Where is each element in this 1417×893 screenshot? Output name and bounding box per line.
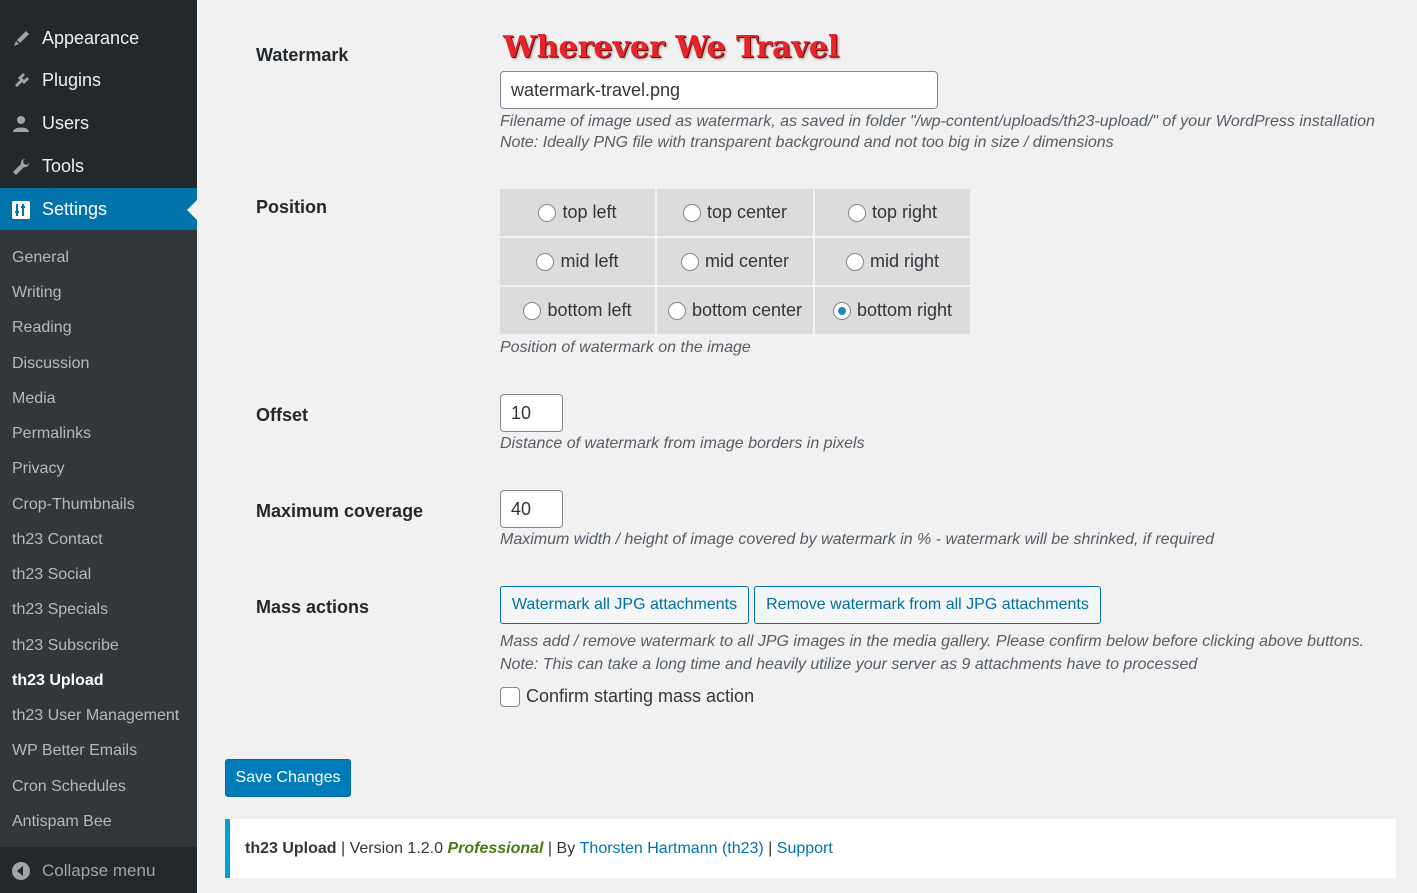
submenu-crop-thumbnails[interactable]: Crop-Thumbnails xyxy=(12,495,135,515)
user-icon xyxy=(0,114,42,134)
menu-settings-label: Settings xyxy=(42,199,108,219)
collapse-menu-button[interactable]: Collapse menu xyxy=(0,848,197,893)
menu-tools-label: Tools xyxy=(42,156,85,176)
submenu-reading[interactable]: Reading xyxy=(12,318,72,338)
footer-separator: | xyxy=(763,839,777,857)
offset-description: Distance of watermark from image borders… xyxy=(500,435,865,452)
position-option-mid-left[interactable]: mid left xyxy=(500,238,655,285)
radio-button[interactable] xyxy=(845,252,864,271)
position-option-label: mid right xyxy=(869,251,940,271)
position-option-label: bottom right xyxy=(856,300,953,320)
submenu-privacy[interactable]: Privacy xyxy=(12,459,64,479)
submenu-antispam-bee[interactable]: Antispam Bee xyxy=(12,812,112,832)
position-label: Position xyxy=(256,197,327,217)
position-option-bottom-center[interactable]: bottom center xyxy=(657,287,813,334)
mass-actions-description: Mass add / remove watermark to all JPG i… xyxy=(500,633,1365,650)
position-option-label: bottom left xyxy=(547,300,632,320)
watermark-note: Note: Ideally PNG file with transparent … xyxy=(500,134,1114,151)
coverage-description: Maximum width / height of image covered … xyxy=(500,531,1215,548)
watermark-label: Watermark xyxy=(256,45,349,65)
position-option-top-right[interactable]: top right xyxy=(815,189,970,236)
position-option-label: top right xyxy=(871,202,938,222)
position-option-label: top left xyxy=(562,202,617,222)
submenu-th23-specials[interactable]: th23 Specials xyxy=(12,600,108,620)
footer-author-link[interactable]: Thorsten Hartmann (th23) xyxy=(580,840,764,858)
save-changes-button[interactable]: Save Changes xyxy=(225,759,351,797)
paintbrush-icon xyxy=(0,29,42,49)
plugin-footer: th23 Upload | Version 1.2.0 Professional… xyxy=(225,819,1396,878)
submenu-wp-better-emails[interactable]: WP Better Emails xyxy=(12,741,137,761)
menu-appearance[interactable]: Appearance xyxy=(0,17,197,60)
position-option-top-left[interactable]: top left xyxy=(500,189,655,236)
confirm-mass-action[interactable]: Confirm starting mass action xyxy=(500,686,754,707)
plugin-icon xyxy=(0,71,42,91)
offset-input[interactable]: 10 xyxy=(500,394,563,432)
mass-actions-note: Note: This can take a long time and heav… xyxy=(500,656,1198,673)
confirm-label: Confirm starting mass action xyxy=(526,686,755,706)
menu-tools[interactable]: Tools xyxy=(0,145,197,188)
watermark-filename-input[interactable]: watermark-travel.png xyxy=(500,71,938,109)
submenu-th23-social[interactable]: th23 Social xyxy=(12,565,91,585)
offset-label: Offset xyxy=(256,405,309,425)
position-option-top-center[interactable]: top center xyxy=(657,189,813,236)
watermark-preview-image: Wherever We Travel xyxy=(503,30,840,65)
radio-button[interactable] xyxy=(667,301,686,320)
position-option-mid-center[interactable]: mid center xyxy=(657,238,813,285)
menu-users[interactable]: Users xyxy=(0,102,197,145)
settings-submenu: General Writing Reading Discussion Media… xyxy=(0,230,197,847)
footer-edition: Professional xyxy=(447,839,544,857)
position-option-mid-right[interactable]: mid right xyxy=(815,238,970,285)
footer-support-link[interactable]: Support xyxy=(777,840,833,858)
watermark-all-button[interactable]: Watermark all JPG attachments xyxy=(500,586,749,624)
submenu-media[interactable]: Media xyxy=(12,389,56,409)
menu-appearance-label: Appearance xyxy=(42,28,140,48)
submenu-th23-subscribe[interactable]: th23 Subscribe xyxy=(12,636,119,656)
position-grid: top left top center top right mid left m… xyxy=(500,189,970,334)
settings-icon xyxy=(0,200,42,220)
menu-plugins-label: Plugins xyxy=(42,70,102,90)
radio-button-checked[interactable] xyxy=(832,301,851,320)
menu-plugins[interactable]: Plugins xyxy=(0,59,197,102)
coverage-input[interactable]: 40 xyxy=(500,490,563,528)
wrench-icon xyxy=(0,157,42,177)
submenu-th23-upload[interactable]: th23 Upload xyxy=(12,671,104,691)
position-option-label: mid left xyxy=(560,251,619,271)
radio-button[interactable] xyxy=(847,203,866,222)
mass-actions-label: Mass actions xyxy=(256,597,370,617)
footer-by: | By xyxy=(543,839,580,857)
position-option-bottom-left[interactable]: bottom left xyxy=(500,287,655,334)
watermark-description: Filename of image used as watermark, as … xyxy=(500,113,1375,130)
submenu-discussion[interactable]: Discussion xyxy=(12,354,89,374)
radio-button[interactable] xyxy=(523,301,542,320)
submenu-permalinks[interactable]: Permalinks xyxy=(12,424,91,444)
radio-button[interactable] xyxy=(682,203,701,222)
current-menu-arrow xyxy=(187,200,197,220)
submenu-general[interactable]: General xyxy=(12,248,69,268)
position-option-bottom-right[interactable]: bottom right xyxy=(815,287,970,334)
submenu-th23-contact[interactable]: th23 Contact xyxy=(12,530,103,550)
radio-button[interactable] xyxy=(680,252,699,271)
confirm-checkbox[interactable] xyxy=(500,686,520,707)
position-option-label: top center xyxy=(706,202,788,222)
footer-version: | Version 1.2.0 xyxy=(336,839,448,857)
submenu-writing[interactable]: Writing xyxy=(12,283,62,303)
radio-button[interactable] xyxy=(536,252,555,271)
menu-settings[interactable]: Settings xyxy=(0,188,197,231)
position-option-label: bottom center xyxy=(691,300,803,320)
position-description: Position of watermark on the image xyxy=(500,339,751,356)
menu-users-label: Users xyxy=(42,113,90,133)
collapse-menu-label: Collapse menu xyxy=(42,860,156,880)
position-option-label: mid center xyxy=(704,251,790,271)
remove-watermark-all-button[interactable]: Remove watermark from all JPG attachment… xyxy=(754,586,1101,624)
collapse-arrow-icon xyxy=(0,861,42,881)
admin-sidebar: Appearance Plugins Users Tools Settings … xyxy=(0,0,197,893)
submenu-th23-user-management[interactable]: th23 User Management xyxy=(12,706,179,726)
submenu-cron-schedules[interactable]: Cron Schedules xyxy=(12,777,126,797)
footer-plugin-name: th23 Upload xyxy=(245,839,337,857)
coverage-label: Maximum coverage xyxy=(256,501,424,521)
radio-button[interactable] xyxy=(538,203,557,222)
